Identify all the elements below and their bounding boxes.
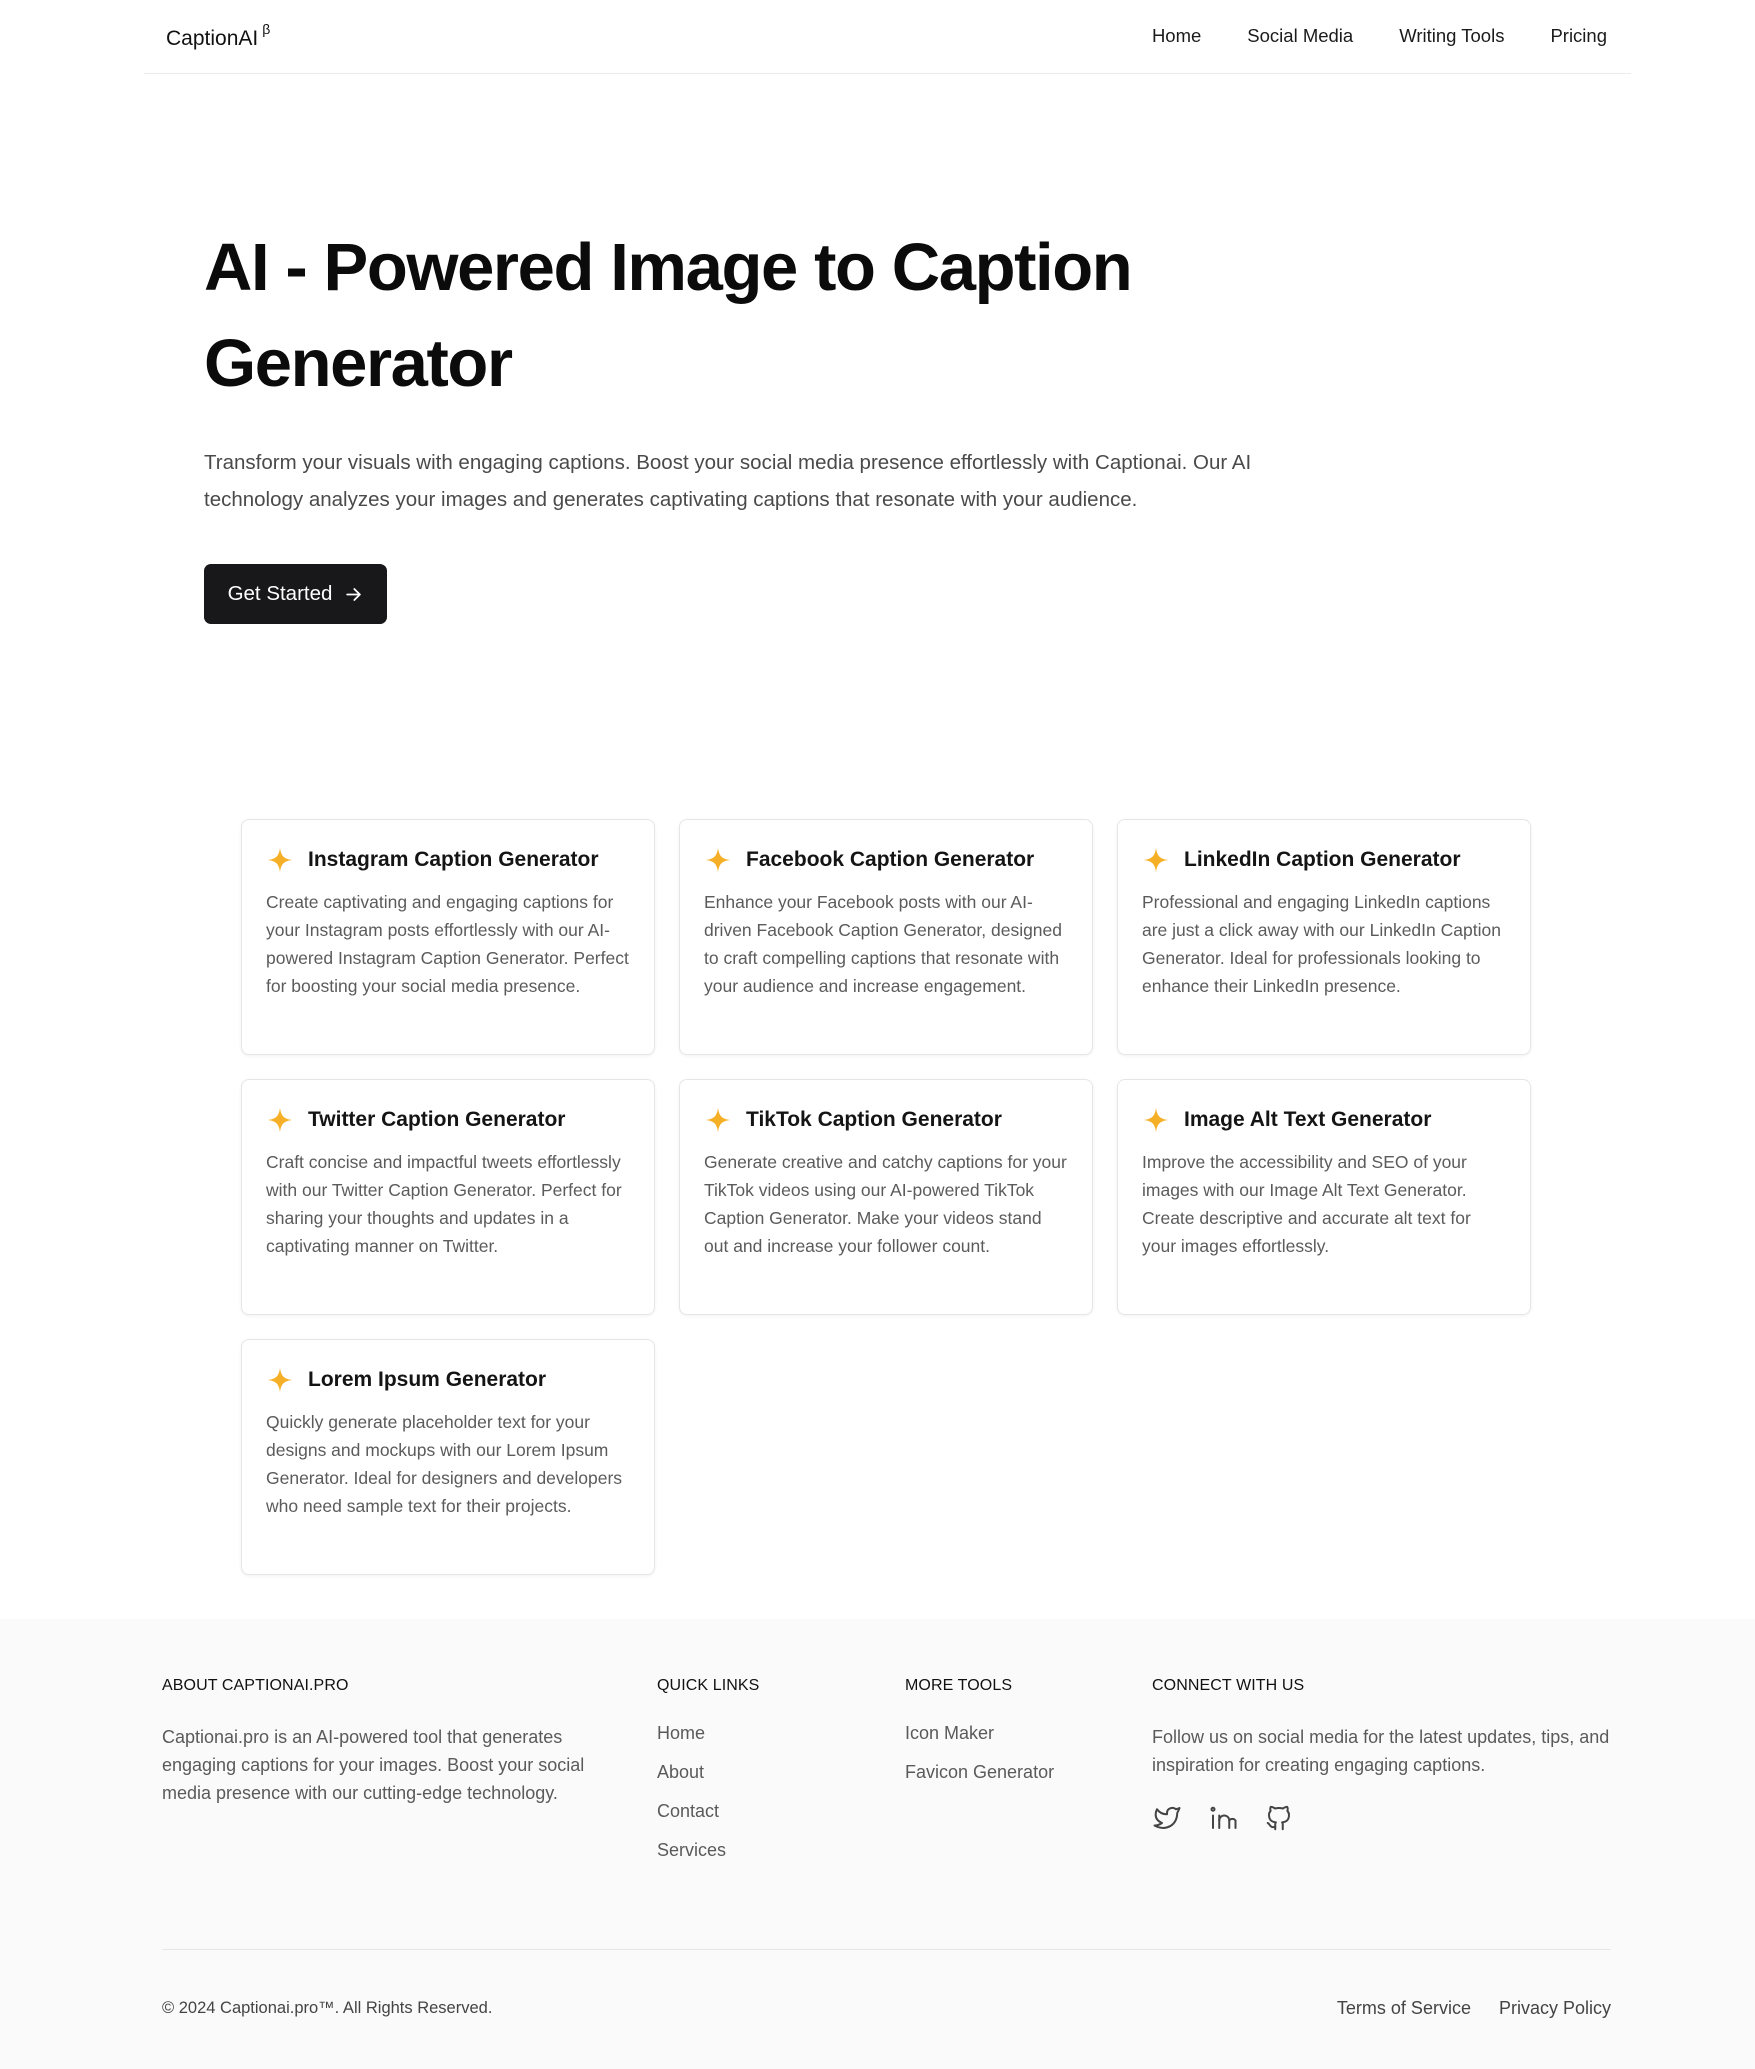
footer-quick-links: QUICK LINKS Home About Contact Services [657,1677,857,1879]
card-header: Instagram Caption Generator [266,846,630,874]
footer-connect-text: Follow us on social media for the latest… [1152,1727,1610,1775]
sparkle-icon [267,1107,293,1133]
list-item: Contact [657,1801,857,1822]
card-header: Image Alt Text Generator [1142,1106,1506,1134]
tool-card[interactable]: TikTok Caption Generator Generate creativ… [679,1079,1093,1315]
card-description: Generate creative and catchy captions fo… [704,1152,1067,1256]
card-header: LinkedIn Caption Generator [1142,846,1506,874]
list-item: Services [657,1840,857,1861]
footer-about-text: Captionai.pro is an AI-powered tool that… [162,1727,585,1803]
footer-more-tools-heading: MORE TOOLS [905,1677,1013,1694]
footer-favicon-generator-link[interactable]: Favicon Generator [905,1762,1054,1782]
card-description: Create captivating and engaging captions… [266,892,629,996]
tool-card[interactable]: Lorem Ipsum Generator Quickly generate pl… [241,1339,655,1575]
logo-text: CaptionAI [166,27,259,50]
card-title: Image Alt Text Generator [1184,1108,1432,1131]
footer-icon-maker-link[interactable]: Icon Maker [905,1723,994,1743]
footer-about: ABOUT CAPTIONAI.PRO Captionai.pro is an … [162,1677,612,1807]
site-footer: ABOUT CAPTIONAI.PRO Captionai.pro is an … [0,1619,1755,2069]
footer-connect: CONNECT WITH US Follow us on social medi… [1152,1677,1612,1833]
card-description: Quickly generate placeholder text for yo… [266,1412,623,1516]
nav-social-media-link[interactable]: Social Media [1247,25,1353,47]
sparkle-icon [705,847,731,873]
hero-title-line-1: AI - Powered Image to Caption [204,230,1133,305]
nav-writing-tools-link[interactable]: Writing Tools [1399,25,1504,47]
get-started-button[interactable]: Get Started [204,564,387,624]
sparkle-icon [267,847,293,873]
card-description: Improve the accessibility and SEO of you… [1142,1152,1471,1256]
tool-card[interactable]: Twitter Caption Generator Craft concise a… [241,1079,655,1315]
card-header: Lorem Ipsum Generator [266,1366,630,1394]
sparkle-icon [705,1107,731,1133]
sparkle-icon [267,1367,293,1393]
list-item: About [657,1762,857,1783]
footer-divider [162,1949,1611,1950]
hero-description: Transform your visuals with engaging cap… [204,451,1252,511]
copyright-text: © 2024 Captionai.pro™. All Rights Reserv… [162,1999,493,2017]
tool-card[interactable]: Facebook Caption Generator Enhance your F… [679,819,1093,1055]
card-description: Enhance your Facebook posts with our AI-… [704,892,1063,996]
hero-title: AI - Powered Image to Caption Generator [204,220,1204,412]
footer-quick-links-heading: QUICK LINKS [657,1677,760,1694]
card-title: Lorem Ipsum Generator [308,1368,547,1391]
tool-card[interactable]: LinkedIn Caption Generator Professional a… [1117,819,1531,1055]
linkedin-icon[interactable] [1208,1803,1238,1833]
main-nav: Home Social Media Writing Tools Pricing [1152,25,1607,47]
footer-more-tools: MORE TOOLS Icon Maker Favicon Generator [905,1677,1125,1801]
footer-services-link[interactable]: Services [657,1840,726,1860]
privacy-policy-link[interactable]: Privacy Policy [1499,1998,1611,2019]
sparkle-icon [1143,1107,1169,1133]
list-item: Home [657,1723,857,1744]
hero-title-line-2: Generator [204,326,513,401]
card-title: Twitter Caption Generator [308,1108,566,1131]
beta-badge: β [262,21,271,37]
sparkle-icon [1143,847,1169,873]
legal-links: Terms of Service Privacy Policy [1337,1998,1611,2019]
footer-about-heading: ABOUT CAPTIONAI.PRO [162,1677,349,1694]
nav-home-link[interactable]: Home [1152,25,1201,47]
more-tools-list: Icon Maker Favicon Generator [905,1723,1125,1783]
tool-card[interactable]: Instagram Caption Generator Create captiv… [241,819,655,1055]
card-header: Facebook Caption Generator [704,846,1068,874]
tool-card[interactable]: Image Alt Text Generator Improve the acce… [1117,1079,1531,1315]
footer-about-link[interactable]: About [657,1762,704,1782]
card-title: TikTok Caption Generator [746,1108,1002,1131]
site-logo[interactable]: CaptionAI β [166,21,271,51]
nav-pricing-link[interactable]: Pricing [1550,25,1607,47]
social-links [1152,1803,1612,1833]
terms-of-service-link[interactable]: Terms of Service [1337,1998,1471,2019]
card-title: LinkedIn Caption Generator [1184,848,1461,871]
card-header: TikTok Caption Generator [704,1106,1068,1134]
arrow-right-icon [346,587,362,601]
site-header: CaptionAI β Home Social Media Writing Too… [144,0,1631,74]
footer-home-link[interactable]: Home [657,1723,705,1743]
card-title: Instagram Caption Generator [308,848,599,871]
footer-connect-heading: CONNECT WITH US [1152,1677,1305,1694]
tool-cards-grid: Instagram Caption Generator Create captiv… [241,819,1531,1575]
list-item: Icon Maker [905,1723,1125,1744]
get-started-label: Get Started [227,582,333,605]
list-item: Favicon Generator [905,1762,1125,1783]
card-description: Craft concise and impactful tweets effor… [266,1152,622,1256]
footer-contact-link[interactable]: Contact [657,1801,719,1821]
github-icon[interactable] [1264,1803,1294,1833]
twitter-icon[interactable] [1152,1803,1182,1833]
card-description: Professional and engaging LinkedIn capti… [1142,892,1501,996]
card-header: Twitter Caption Generator [266,1106,630,1134]
quick-links-list: Home About Contact Services [657,1723,857,1861]
card-title: Facebook Caption Generator [746,848,1035,871]
